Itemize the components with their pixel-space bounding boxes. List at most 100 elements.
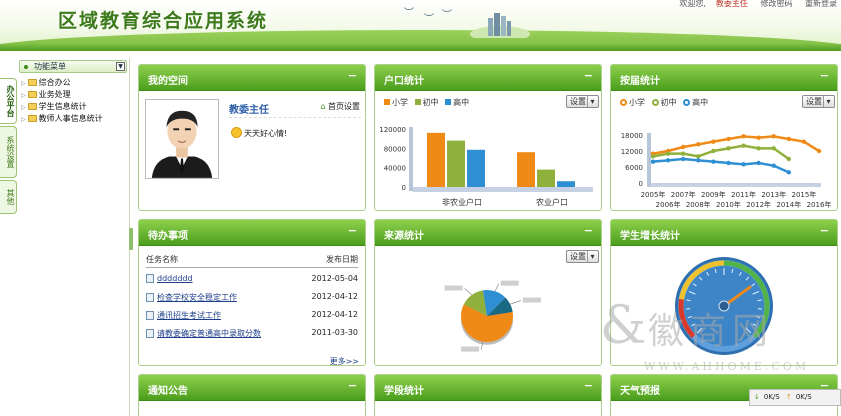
tab-system-settings[interactable]: 系统设置 xyxy=(0,126,17,178)
home-settings-link[interactable]: ⌂ 首页设置 xyxy=(320,101,360,112)
more-link[interactable]: 更多>> xyxy=(330,356,359,365)
data-point xyxy=(726,160,731,166)
table-row[interactable]: 请教委确定普通高中录取分数 2011-03-30 xyxy=(146,328,358,342)
legend-swatch xyxy=(384,99,390,105)
mood-status: 天天好心情! xyxy=(231,127,287,139)
task-link[interactable]: 通讯招生考试工作 xyxy=(157,311,221,320)
chart-legend: 小学 初中 高中 xyxy=(616,97,708,108)
menu-dropdown-icon[interactable]: ▼ xyxy=(116,62,125,71)
legend-marker xyxy=(620,99,627,106)
data-point xyxy=(741,162,746,167)
settings-button[interactable]: 设置 xyxy=(566,250,599,263)
data-point xyxy=(696,154,701,159)
upload-arrow-icon: ↑ xyxy=(785,393,792,401)
table-row[interactable]: 通讯招生考试工作 2012-04-12 xyxy=(146,310,358,324)
data-point xyxy=(741,134,746,139)
relogin-link[interactable]: 重新登录 xyxy=(805,0,837,8)
legend-high: 高中 xyxy=(453,98,470,107)
bird-icon: ︶ xyxy=(424,14,434,25)
tab-office-platform[interactable]: 办公平台 xyxy=(0,78,17,124)
panel-title: 通知公告 xyxy=(148,386,188,397)
user-name: 教委主任 xyxy=(229,105,269,116)
legend-middle: 初中 xyxy=(660,98,677,107)
table-row[interactable]: ddddddd 2012-05-04 xyxy=(146,274,358,288)
task-link[interactable]: 请教委确定普通高中录取分数 xyxy=(157,329,261,338)
series-line xyxy=(652,144,790,161)
x-tick-label: 2013年 xyxy=(761,190,786,199)
bar xyxy=(427,132,445,187)
x-tick-label: 2012年 xyxy=(746,200,771,209)
panel-my-space: 我的空间 − 教委主任 ⌂ 首页设置 天天好心情! xyxy=(138,64,366,211)
panel-title: 待办事项 xyxy=(148,231,188,242)
task-date: 2012-05-04 xyxy=(311,274,359,283)
minimize-icon[interactable]: − xyxy=(820,224,829,237)
minimize-icon[interactable]: − xyxy=(348,224,357,237)
document-icon xyxy=(146,274,154,283)
y-tick-label: 18000 xyxy=(621,132,643,140)
folder-icon xyxy=(27,103,37,110)
function-menu: 功能菜单 ▼ ▷ 综合办公 ▷ 业务处理 ▷ 学生信息统计 ▷ 教师人事信息统计 xyxy=(17,58,130,416)
menu-item-student-stats[interactable]: ▷ 学生信息统计 xyxy=(17,101,129,113)
bird-icon: ︶ xyxy=(442,10,452,21)
panel-todo: 待办事项 − 任务名称 发布日期 ddddddd 2012-05-04 检查学校安… xyxy=(138,219,366,366)
left-tab-strip: 办公平台 系统设置 其他 xyxy=(0,78,17,216)
folder-icon xyxy=(27,115,37,122)
task-link[interactable]: 检查学校安全稳定工作 xyxy=(157,293,237,302)
legend-middle: 初中 xyxy=(422,98,439,107)
minimize-icon[interactable]: − xyxy=(584,379,593,392)
leader-line xyxy=(464,288,472,296)
legend-high: 高中 xyxy=(692,98,709,107)
data-point xyxy=(756,135,761,140)
data-point xyxy=(665,151,671,156)
home-icon: ⌂ xyxy=(320,102,326,111)
bar xyxy=(557,181,575,187)
minimize-icon[interactable]: − xyxy=(820,69,829,82)
minimize-icon[interactable]: − xyxy=(584,224,593,237)
menu-item-business[interactable]: ▷ 业务处理 xyxy=(17,89,129,101)
download-speed: 0K/S xyxy=(763,393,780,401)
minimize-icon[interactable]: − xyxy=(584,69,593,82)
data-point xyxy=(786,156,792,162)
settings-button[interactable]: 设置 xyxy=(802,95,835,108)
settings-button[interactable]: 设置 xyxy=(566,95,599,108)
document-icon xyxy=(146,293,154,302)
menu-header[interactable]: 功能菜单 ▼ xyxy=(19,60,127,73)
y-tick-label: 6000 xyxy=(625,164,643,172)
expand-arrow-icon[interactable]: ▷ xyxy=(21,104,26,111)
legend-marker xyxy=(683,99,691,106)
legend-marker xyxy=(651,99,659,106)
x-tick-label: 2007年 xyxy=(671,190,696,199)
change-password-link[interactable]: 修改密码 xyxy=(760,0,792,8)
expand-arrow-icon[interactable]: ▷ xyxy=(21,92,26,99)
minimize-icon[interactable]: − xyxy=(348,379,357,392)
data-point xyxy=(771,146,776,151)
panel-notice: 通知公告 − xyxy=(138,374,366,416)
data-point xyxy=(771,134,776,139)
bar xyxy=(467,149,485,187)
gauge-tick xyxy=(757,299,762,302)
data-point xyxy=(786,170,792,175)
col-publish-date: 发布日期 xyxy=(326,255,358,264)
expand-arrow-icon[interactable]: ▷ xyxy=(21,80,26,87)
legend-swatch xyxy=(414,99,421,105)
task-date: 2011-03-30 xyxy=(311,328,359,337)
splitter-handle[interactable] xyxy=(129,228,133,250)
data-point xyxy=(650,154,656,159)
panel-header: 待办事项 − xyxy=(139,220,365,246)
menu-item-teacher-stats[interactable]: ▷ 教师人事信息统计 xyxy=(17,113,129,125)
menu-item-general-office[interactable]: ▷ 综合办公 xyxy=(17,77,129,89)
minimize-icon[interactable]: − xyxy=(348,69,357,82)
bird-icon: ︶ xyxy=(404,8,414,19)
menu-title: 功能菜单 xyxy=(34,62,66,71)
task-link[interactable]: ddddddd xyxy=(157,274,193,283)
tab-other[interactable]: 其他 xyxy=(0,180,17,214)
data-point xyxy=(680,151,686,156)
table-row[interactable]: 检查学校安全稳定工作 2012-04-12 xyxy=(146,292,358,306)
y-axis-wall xyxy=(647,133,651,187)
panel-source-stats: 来源统计 − 设置 xyxy=(374,219,602,366)
slice-label-placeholder xyxy=(461,346,480,352)
download-arrow-icon: ↓ xyxy=(754,393,760,401)
menu-dot-icon xyxy=(24,65,28,69)
expand-arrow-icon[interactable]: ▷ xyxy=(21,116,26,123)
data-point xyxy=(726,146,731,151)
